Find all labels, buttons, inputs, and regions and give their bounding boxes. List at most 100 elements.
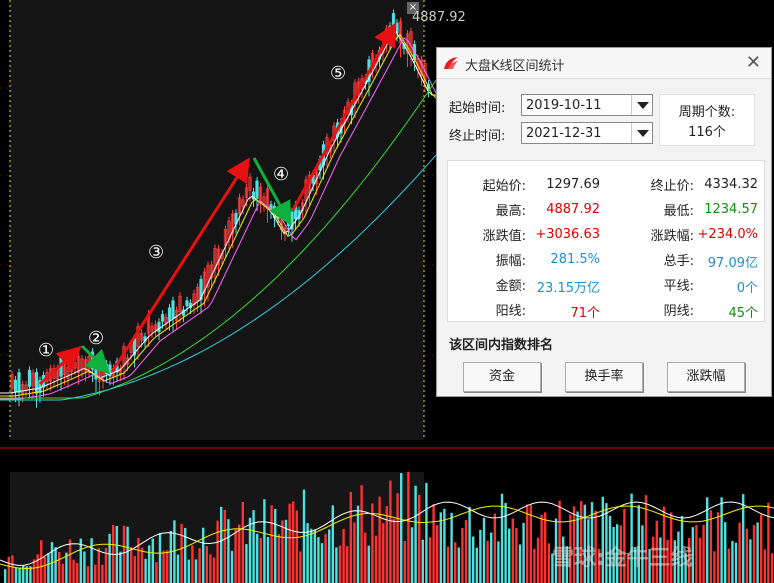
- wave-label-3: ③: [148, 242, 165, 263]
- volume-bar: [360, 485, 363, 583]
- wave-label-1: ①: [38, 340, 55, 361]
- volume-bar: [486, 540, 489, 583]
- volume-bar: [166, 550, 169, 583]
- volume-bar: [148, 545, 151, 583]
- volume-bar: [227, 519, 230, 583]
- start-price-label: 起始价:: [482, 179, 526, 194]
- volume-label: 总手:: [663, 254, 694, 269]
- candle-body: [391, 13, 396, 30]
- volume-bar: [389, 480, 392, 583]
- volume-bar: [162, 550, 165, 583]
- volume-bar: [274, 509, 277, 583]
- low-value: 1234.57: [704, 202, 758, 217]
- rank-section-title: 该区间内指数排名: [449, 338, 554, 353]
- volume-bar: [403, 541, 406, 583]
- volume-bar: [288, 503, 291, 583]
- period-count-box: 周期个数: 116个: [659, 94, 755, 146]
- chevron-down-icon[interactable]: [631, 123, 652, 143]
- start-time-select[interactable]: 2019-10-11: [521, 94, 653, 116]
- volume-bar: [7, 556, 10, 583]
- volume-bar: [414, 485, 417, 583]
- volume-bar: [187, 559, 190, 583]
- volume-bar: [734, 542, 738, 583]
- volume-bar: [709, 510, 712, 583]
- volume-bar: [695, 525, 698, 583]
- change-value: +3036.63: [535, 227, 600, 242]
- volume-bar: [493, 513, 496, 583]
- volume-bar: [432, 504, 435, 583]
- volume-bar: [738, 522, 741, 583]
- close-icon[interactable]: ✕: [746, 52, 761, 73]
- volume-bar: [482, 517, 486, 583]
- volume-bar: [220, 506, 223, 583]
- fund-rank-button[interactable]: 资金: [463, 362, 541, 392]
- pct-rank-button[interactable]: 涨跌幅: [667, 362, 745, 392]
- volume-bar: [252, 510, 255, 583]
- volume-bar: [119, 551, 122, 583]
- volume-bar: [378, 496, 381, 583]
- volume-bar: [173, 520, 176, 583]
- volume-bar: [68, 539, 72, 583]
- volume-bar: [533, 548, 536, 583]
- high-price-label: 4887.92: [412, 10, 466, 25]
- volume-bar: [515, 527, 518, 583]
- candle-body: [13, 379, 18, 393]
- volume-bar: [76, 562, 79, 583]
- volume-bar: [752, 524, 756, 583]
- volume-bar: [205, 546, 208, 583]
- end-time-select[interactable]: 2021-12-31: [521, 122, 653, 144]
- volume-bar: [133, 556, 136, 583]
- volume-value: 97.09亿: [707, 256, 758, 271]
- volume-bar: [140, 547, 144, 583]
- chevron-down-icon[interactable]: [631, 95, 652, 115]
- turnover-rank-button[interactable]: 换手率: [565, 362, 643, 392]
- wave-label-4: ④: [273, 164, 290, 185]
- candle-body: [34, 371, 39, 394]
- volume-bar: [320, 543, 324, 583]
- volume-bar: [468, 506, 471, 583]
- volume-bar: [65, 552, 68, 583]
- candle-body: [167, 307, 172, 321]
- volume-bar: [61, 563, 64, 583]
- volume-bar: [353, 522, 356, 583]
- flat-value: 0个: [736, 281, 758, 296]
- high-label: 最高:: [495, 204, 526, 219]
- volume-bar: [317, 537, 320, 583]
- volume-bar: [396, 493, 399, 583]
- volume-bar: [490, 532, 493, 583]
- volume-bar: [385, 506, 388, 583]
- wave-label-2: ②: [88, 328, 105, 349]
- volume-bar: [504, 502, 507, 583]
- volume-bar: [277, 534, 280, 583]
- volume-bar: [32, 559, 36, 583]
- volume-bar: [749, 539, 752, 583]
- volume-bar: [11, 555, 14, 583]
- volume-bar: [727, 548, 730, 583]
- volume-bar: [130, 547, 133, 583]
- volume-bar: [230, 550, 234, 583]
- volume-bar: [364, 532, 367, 583]
- volume-bar: [720, 497, 723, 583]
- high-value: 4887.92: [546, 202, 600, 217]
- volume-bar: [346, 546, 349, 583]
- volume-bar: [698, 537, 702, 583]
- volume-bar: [760, 514, 763, 583]
- candle-body: [17, 372, 21, 393]
- volume-bar: [713, 551, 716, 583]
- volume-bar: [522, 522, 525, 583]
- change-label: 涨跌值:: [482, 229, 526, 244]
- volume-bar: [259, 537, 262, 583]
- volume-bar: [724, 522, 727, 583]
- volume-bar: [58, 551, 61, 583]
- volume-bar: [248, 517, 252, 583]
- volume-bar: [241, 502, 244, 583]
- volume-bar: [745, 528, 748, 583]
- up-value: 71个: [570, 306, 600, 321]
- candle-body: [255, 180, 259, 199]
- volume-bar: [263, 499, 266, 583]
- volume-bar: [198, 548, 201, 583]
- volume-bar: [536, 537, 540, 583]
- volume-bar: [407, 471, 410, 583]
- volume-bar: [457, 547, 460, 583]
- volume-bar: [234, 529, 237, 583]
